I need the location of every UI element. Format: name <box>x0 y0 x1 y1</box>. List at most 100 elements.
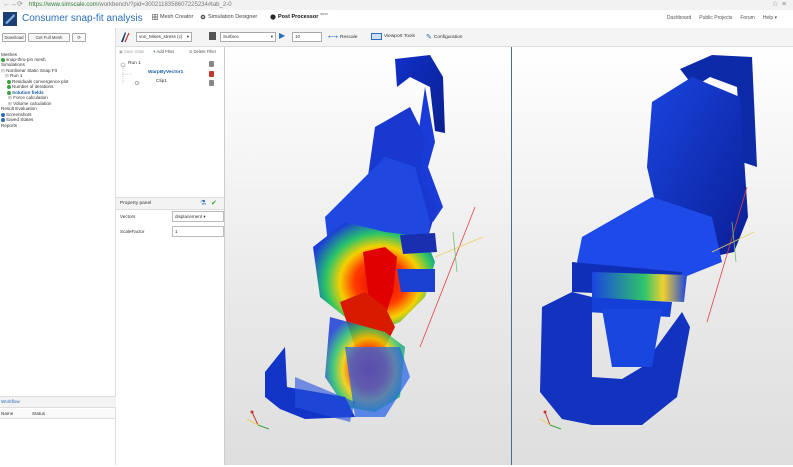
button-label: Viewport Tools <box>384 34 416 39</box>
download-button-label: Download <box>4 35 24 40</box>
tab-mesh-creator[interactable]: Mesh Creator <box>152 14 193 20</box>
scalefactor-input[interactable]: 1 <box>172 226 224 237</box>
representation-select[interactable]: Surface ▾ <box>220 32 276 42</box>
delete-icon: ⊠ <box>189 49 193 54</box>
url-path: /workbench/?pid=3002118358607225234#tab_… <box>97 2 232 8</box>
viewport-right[interactable] <box>512 47 793 465</box>
app-logo[interactable] <box>3 12 17 26</box>
save-icon <box>1 117 5 122</box>
chevron-down-icon: ▾ <box>270 34 273 39</box>
apply-check-icon[interactable]: ✔ <box>211 199 217 207</box>
tree-item-simulations[interactable]: Simulations <box>1 62 25 67</box>
vectors-value: displacement ▾ <box>175 214 206 219</box>
column-name: Name <box>1 411 14 416</box>
undeformed-part-render <box>539 55 757 430</box>
property-panel-header: Property panel ⚗ ✔ <box>116 197 224 210</box>
forward-arrow-icon[interactable]: → <box>10 1 17 9</box>
tree-label: Number of iterations <box>12 84 54 89</box>
pipeline-label: WarpByVector1 <box>148 70 184 75</box>
tab-post-processor[interactable]: Post Processor BETA <box>270 12 329 20</box>
button-label: Save State <box>123 49 145 54</box>
wrench-icon: ✎ <box>426 34 432 41</box>
workflow-table-header: Name Status <box>0 409 115 419</box>
viewport-toolbar: von_Mises_stress (c) ▾ Surface ▾ ▶ 10 ⟷ Res… <box>116 28 793 47</box>
tab-label: Simulation Designer <box>208 14 258 20</box>
help-menu[interactable]: Help ▾ <box>763 15 777 21</box>
rescale-arrows-icon: ⟷ <box>328 34 339 41</box>
download-button[interactable]: Download <box>2 33 26 42</box>
frame-input[interactable]: 10 <box>292 32 322 42</box>
rescale-button[interactable]: ⟷ Rescale <box>328 33 357 41</box>
viewport-tools-button[interactable]: Viewport Tools <box>371 33 415 40</box>
colormap-icon[interactable] <box>120 31 130 43</box>
pipeline-item-warp[interactable]: WarpByVector1 <box>148 70 183 75</box>
tree-label: Run 1 <box>10 73 23 78</box>
reload-icon[interactable]: ⟳ <box>17 1 23 9</box>
tree-item-force[interactable]: ⊞ Force calculation <box>8 95 48 100</box>
configuration-button[interactable]: ✎ Configuration <box>426 33 462 41</box>
button-label: Delete Filter <box>193 49 217 54</box>
public-projects-link[interactable]: Public Projects <box>699 15 732 21</box>
tree-item-saved-states[interactable]: Saved States <box>1 117 33 122</box>
plus-icon: + <box>153 49 156 54</box>
pipeline-label: Clip1 <box>156 79 167 84</box>
header-links: Dashboard Public Projects Forum Help ▾ <box>667 15 777 21</box>
property-panel-title: Property panel <box>120 201 152 206</box>
address-bar[interactable]: https://www.simscale.com/workbench/?pid=… <box>29 1 232 9</box>
tree-item-reports[interactable]: Reports <box>1 123 17 128</box>
tree-label: Simulations <box>1 62 25 67</box>
field-select[interactable]: von_Mises_stress (c) ▾ <box>136 32 192 42</box>
tab-simulation-designer[interactable]: Simulation Designer <box>200 14 257 20</box>
column-status: Status <box>32 411 46 416</box>
beta-badge: BETA <box>320 12 329 16</box>
tab-label: Mesh Creator <box>160 14 194 20</box>
viewport-icon <box>371 33 382 40</box>
tree-label: Result Evaluation <box>1 106 37 111</box>
menu-icon[interactable]: ≡ <box>782 1 786 9</box>
circle-icon <box>270 14 276 20</box>
field-select-value: von_Mises_stress (c) <box>139 34 183 39</box>
save-state-button[interactable]: ▣ Save State <box>119 49 144 54</box>
refresh-icon: ⟳ <box>77 35 81 40</box>
app-header: Consumer snap-fit analysis Mesh Creator … <box>0 10 793 29</box>
viewport-left[interactable] <box>225 47 512 465</box>
pipeline-item-clip[interactable]: Clip1 <box>156 79 167 84</box>
cube-icon[interactable] <box>209 32 216 40</box>
back-arrow-icon[interactable]: ← <box>3 1 10 9</box>
tree-label: Force calculation <box>13 95 48 100</box>
refresh-button[interactable]: ⟳ <box>72 33 86 42</box>
button-label: Configuration <box>433 34 463 40</box>
get-full-mesh-label: Get Full Mesh <box>35 35 63 40</box>
bookmark-star-icon[interactable]: ☆ <box>772 1 778 9</box>
scalefactor-value: 1 <box>175 229 178 234</box>
pipeline-label: Run 1 <box>128 61 141 66</box>
chevron-down-icon: ▾ <box>186 34 189 39</box>
status-dot-icon <box>7 84 11 89</box>
delete-filter-button[interactable]: ⊠ Delete Filter <box>189 49 216 54</box>
app-title: Consumer snap-fit analysis <box>22 13 143 24</box>
trash-icon[interactable] <box>209 80 214 86</box>
add-filter-button[interactable]: + Add Filter <box>153 49 174 54</box>
gears-icon <box>200 14 206 20</box>
workflow-header[interactable]: Workflow <box>0 396 116 408</box>
dashboard-link[interactable]: Dashboard <box>667 15 691 21</box>
vectors-select[interactable]: displacement ▾ <box>172 211 224 222</box>
frame-value: 10 <box>295 34 301 39</box>
paint-bucket-icon[interactable]: ⚗ <box>200 199 206 207</box>
trash-icon[interactable] <box>209 71 214 77</box>
pipeline-panel: ▣ Save State + Add Filter ⊠ Delete Filter R… <box>116 28 225 465</box>
repr-select-value: Surface <box>223 34 239 39</box>
forum-link[interactable]: Forum <box>740 15 754 21</box>
trash-icon[interactable] <box>209 61 214 67</box>
get-full-mesh-button[interactable]: Get Full Mesh <box>28 33 70 42</box>
tree-label: Reports <box>1 123 18 128</box>
button-label: Add Filter <box>156 49 175 54</box>
play-icon[interactable]: ▶ <box>279 31 285 40</box>
tree-item-result-evaluation[interactable]: Result Evaluation <box>1 106 37 111</box>
left-tree-panel: Download Get Full Mesh ⟳ Meshes snap-thr… <box>0 28 116 465</box>
tab-label: Post Processor <box>278 14 319 20</box>
scalefactor-label: ScaleFactor <box>120 229 145 234</box>
pipeline-item-run[interactable]: Run 1 <box>128 61 141 66</box>
tree-item-iterations[interactable]: Number of iterations <box>7 84 53 89</box>
tree-item-run[interactable]: ⊟ Run 1 <box>5 73 22 78</box>
